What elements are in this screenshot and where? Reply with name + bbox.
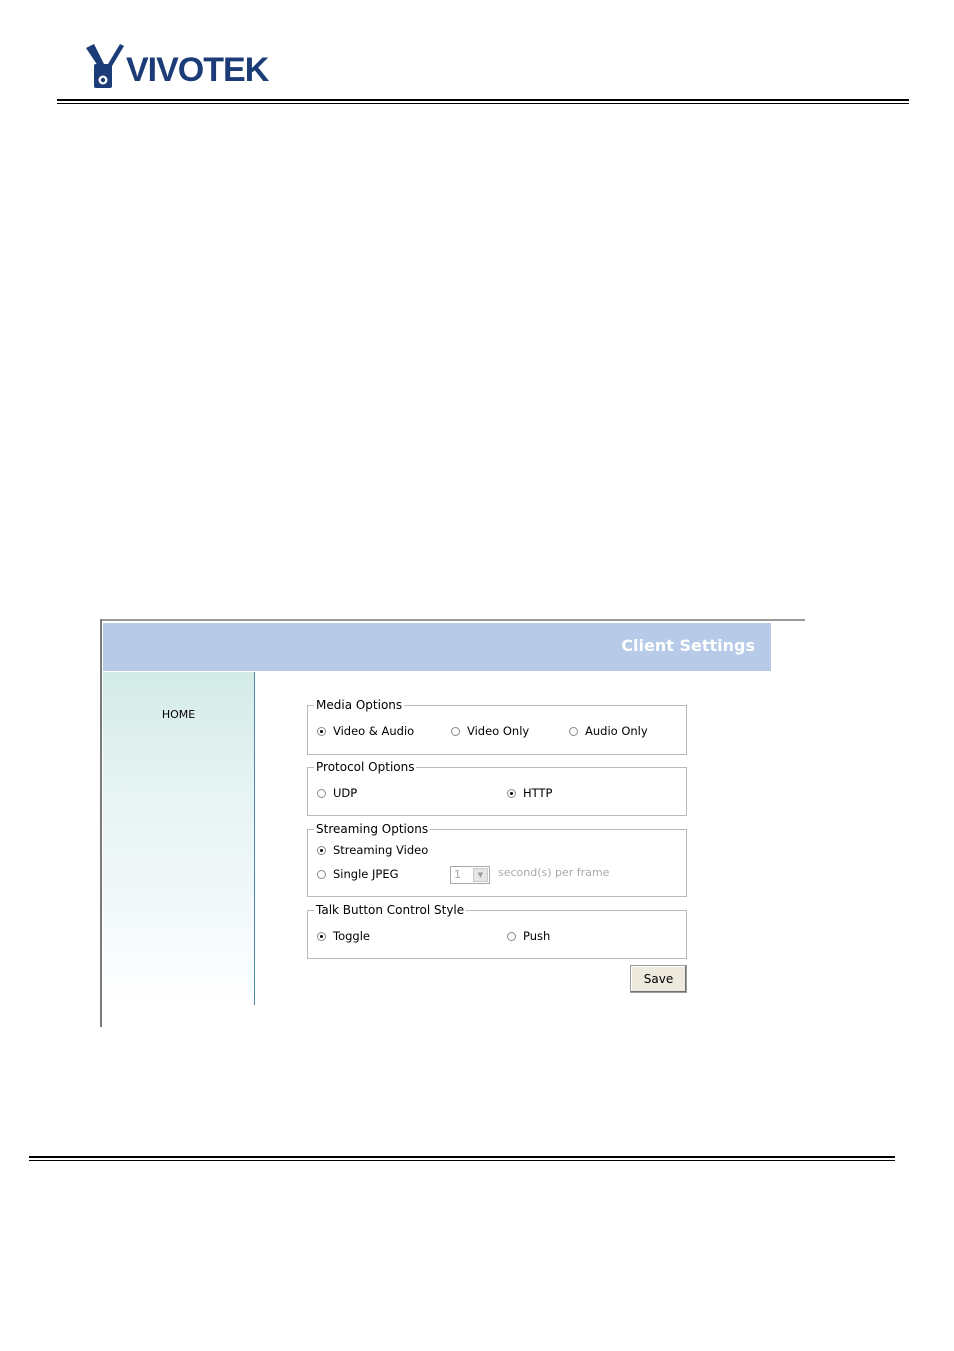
footer-rule — [29, 1156, 895, 1158]
talk-button-style-group: Talk Button Control Style Toggle Push — [307, 902, 687, 959]
talk-option-toggle[interactable]: Toggle — [317, 929, 370, 943]
chevron-down-icon[interactable]: ▼ — [473, 868, 488, 882]
protocol-options-group: Protocol Options UDP HTTP — [307, 759, 687, 816]
radio-selected-icon[interactable] — [317, 727, 326, 736]
jpeg-interval-select[interactable]: 1 ▼ — [450, 866, 490, 884]
page-title: Client Settings — [621, 636, 755, 655]
radio-unselected-icon[interactable] — [507, 932, 516, 941]
jpeg-interval-unit: second(s) per frame — [498, 866, 610, 879]
radio-unselected-icon[interactable] — [451, 727, 460, 736]
radio-unselected-icon[interactable] — [317, 870, 326, 879]
radio-unselected-icon[interactable] — [317, 789, 326, 798]
radio-unselected-icon[interactable] — [569, 727, 578, 736]
radio-selected-icon[interactable] — [507, 789, 516, 798]
window-left-border — [100, 619, 102, 1027]
protocol-option-udp[interactable]: UDP — [317, 786, 357, 800]
talk-option-push[interactable]: Push — [507, 929, 550, 943]
footer-rule-thin — [29, 1160, 895, 1161]
sidebar-divider — [254, 672, 255, 1005]
media-options-legend: Media Options — [314, 697, 405, 713]
media-options-group: Media Options Video & Audio Video Only A… — [307, 697, 687, 755]
media-option-video-audio[interactable]: Video & Audio — [317, 724, 414, 738]
media-option-video-only[interactable]: Video Only — [451, 724, 529, 738]
protocol-options-legend: Protocol Options — [314, 759, 417, 775]
protocol-option-http[interactable]: HTTP — [507, 786, 552, 800]
radio-selected-icon[interactable] — [317, 846, 326, 855]
streaming-options-group: Streaming Options Streaming Video Single… — [307, 821, 687, 897]
streaming-options-legend: Streaming Options — [314, 821, 431, 837]
sidebar-item-home[interactable]: HOME — [103, 708, 254, 721]
streaming-option-video[interactable]: Streaming Video — [317, 843, 428, 857]
header-rule — [57, 99, 909, 101]
window-top-border — [100, 619, 805, 621]
media-option-audio-only[interactable]: Audio Only — [569, 724, 648, 738]
header-rule-thin — [57, 103, 909, 104]
title-bar: Client Settings — [103, 623, 771, 671]
talk-button-style-legend: Talk Button Control Style — [314, 902, 467, 918]
sidebar: HOME — [103, 672, 254, 1005]
logo-wordmark: VIVOTEK — [126, 51, 269, 89]
streaming-option-single-jpeg[interactable]: Single JPEG — [317, 867, 399, 881]
jpeg-interval-value: 1 — [454, 868, 461, 881]
save-button[interactable]: Save — [630, 965, 687, 993]
radio-selected-icon[interactable] — [317, 932, 326, 941]
